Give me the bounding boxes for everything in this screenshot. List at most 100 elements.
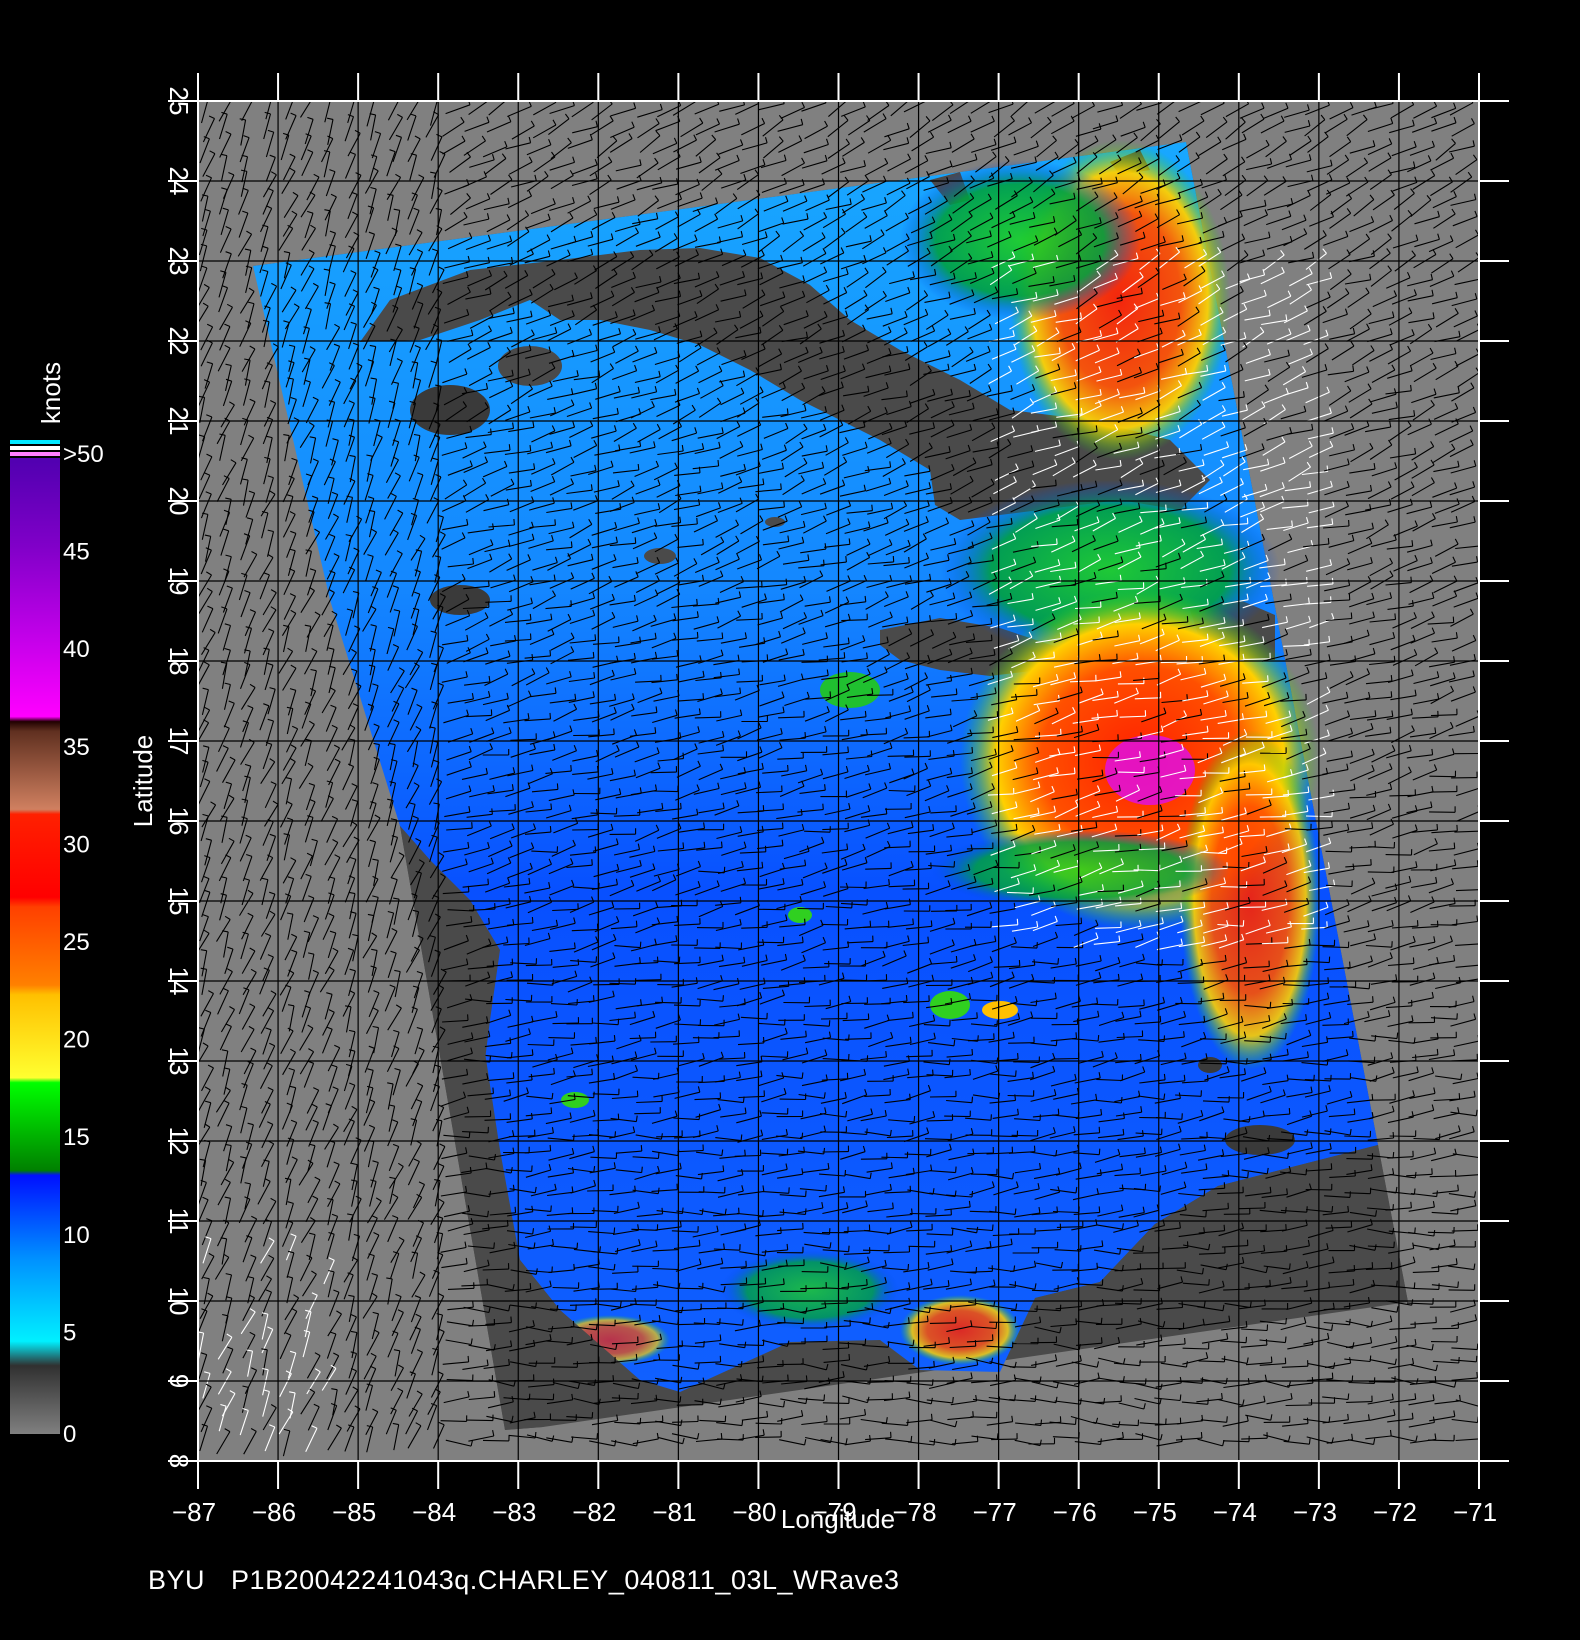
wind-barb: [1244, 658, 1271, 660]
wind-barb-flag: [990, 95, 993, 100]
wind-barb-flag: [824, 784, 826, 791]
peak-wind-core: [1105, 735, 1195, 805]
wind-barb-flag: [971, 746, 974, 754]
wind-barb: [1429, 775, 1456, 778]
wind-barb-flag: [1248, 782, 1251, 789]
wind-barb-flag: [1374, 710, 1377, 717]
wind-barb: [1013, 682, 1040, 685]
wind-barb-flag: [786, 408, 789, 415]
wind-barb-flag: [1431, 748, 1434, 755]
wind-barb: [651, 790, 678, 793]
wind-barb-flag: [1390, 675, 1393, 682]
wind-barb-flag: [781, 822, 784, 829]
wind-barb-flag: [1116, 709, 1118, 716]
wind-barb-flag: [1306, 576, 1308, 583]
wind-barb-flag: [1032, 618, 1034, 625]
wind-barb-flag: [1027, 94, 1031, 99]
wind-barb-flag: [1411, 540, 1414, 547]
wind-barb-flag: [822, 803, 824, 810]
wind-barb-flag: [592, 651, 595, 658]
high-wind-south-band: [1180, 730, 1320, 1070]
wind-barb-flag: [870, 750, 873, 757]
wind-barb-flag: [761, 861, 764, 868]
wind-barb: [866, 694, 893, 696]
wind-barb-flag: [549, 649, 552, 656]
wind-barb-flag: [925, 95, 928, 100]
wind-barb-flag: [717, 460, 720, 467]
wind-barb-flag: [864, 710, 867, 717]
wind-barb-flag: [955, 613, 958, 620]
wind-barb-flag: [1055, 479, 1057, 486]
wind-barb-flag: [1390, 691, 1393, 698]
wind-barb-flag: [415, 95, 420, 98]
wind-barb-flag: [780, 483, 782, 490]
wind-barb-flag: [1054, 95, 1057, 100]
wind-barb-flag: [739, 687, 742, 694]
wind-barb-flag: [1056, 538, 1058, 545]
wind-barb-flag: [844, 95, 848, 100]
wind-barb-flag: [1436, 823, 1439, 830]
wind-barb-flag: [864, 595, 867, 602]
wind-barb-flag: [871, 504, 873, 511]
wind-barb-flag: [1327, 537, 1330, 545]
wind-barb: [650, 771, 677, 774]
wind-barb-flag: [1175, 94, 1179, 99]
wind-barb-flag: [267, 93, 273, 95]
wind-barb-flag: [1331, 821, 1333, 828]
wind-barb-flag: [785, 578, 788, 585]
wind-barb-flag: [349, 96, 355, 98]
wind-barb-flag: [570, 765, 572, 772]
wind-barb-flag: [325, 96, 331, 97]
wind-barb-flag: [702, 538, 704, 545]
wind-barb-flag: [955, 688, 958, 695]
wind-barb-flag: [1410, 576, 1412, 583]
wind-barb-flag: [654, 727, 657, 734]
wind-barb-flag: [1186, 694, 1188, 701]
land-isla-de-la-juventud: [498, 346, 562, 386]
wind-barb-flag: [968, 94, 971, 99]
wind-barb-flag: [1291, 520, 1293, 527]
wind-barb-flag: [1267, 675, 1269, 682]
land-cayman: [644, 548, 676, 564]
med-wind-panama: [720, 1250, 900, 1330]
med-wind-ne: [900, 160, 1140, 320]
wind-barb-flag: [1204, 770, 1207, 777]
wind-barb-flag: [550, 803, 553, 810]
wind-barb: [1118, 771, 1145, 774]
wind-barb: [1259, 816, 1286, 818]
wind-barb-flag: [696, 631, 699, 638]
wind-barb-flag: [703, 841, 706, 848]
wind-barb-flag: [289, 93, 295, 95]
wind-barb-flag: [1480, 540, 1481, 546]
wind-barb-flag: [1073, 767, 1076, 774]
wind-barb-flag: [1140, 732, 1143, 739]
wind-barb-flag: [472, 557, 475, 565]
wind-barb-flag: [1201, 101, 1202, 102]
wind-map-figure: −87 −86 −85 −84 −83 −82 −81 −80 −79 −78 −77 −76 −75−…: [10, 73, 1509, 1534]
wind-barb-flag: [1165, 504, 1167, 511]
wind-barb-flag: [248, 95, 253, 98]
wind-barb-flag: [549, 712, 552, 719]
wind-barb-flag: [908, 556, 910, 563]
wind-barb-flag: [845, 556, 847, 563]
wind-barb-flag: [848, 538, 851, 545]
wind-barb-flag: [676, 649, 679, 657]
wind-barb-flag: [907, 94, 911, 99]
wind-barb-flag: [634, 537, 637, 544]
wind-barb-flag: [1053, 651, 1055, 658]
wind-barb: [1325, 850, 1352, 853]
wind-barb-flag: [682, 842, 685, 849]
wind-barb: [1430, 791, 1457, 793]
wind-barb-flag: [990, 617, 993, 625]
wind-barb-flag: [1265, 710, 1268, 717]
wind-barb-flag: [594, 846, 597, 853]
wind-barb-flag: [720, 841, 723, 848]
wind-barb-flag: [783, 501, 785, 508]
wind-barb-flag: [513, 518, 515, 526]
wind-barb-flag: [1185, 733, 1188, 740]
wind-barb-flag: [1139, 843, 1142, 850]
wind-barb-flag: [591, 859, 593, 866]
wind-barb-flag: [549, 826, 552, 833]
wind-barb-flag: [594, 634, 597, 641]
wind-barb-flag: [1410, 384, 1412, 391]
